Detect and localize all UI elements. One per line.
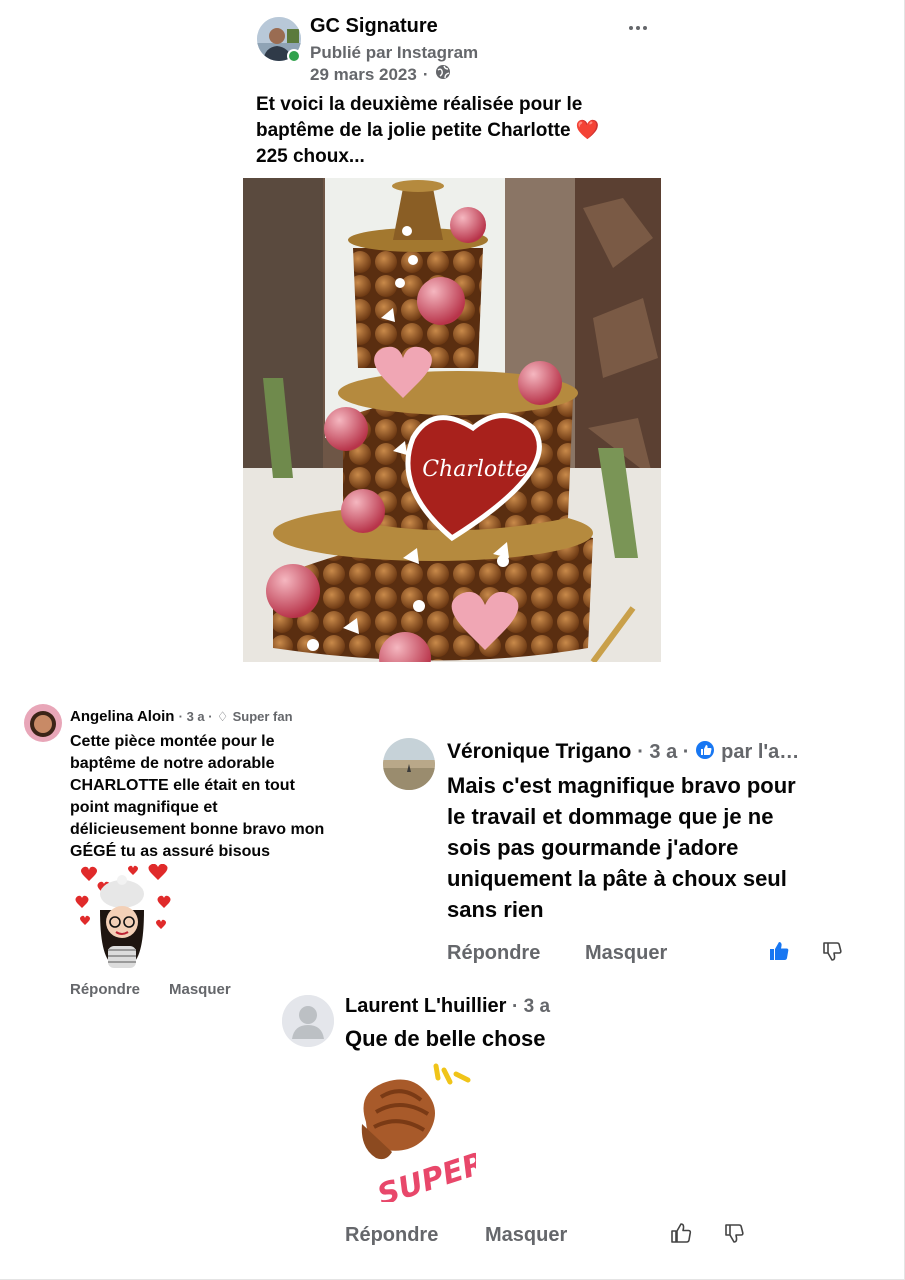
commenter-name-row: Laurent L'huillier · 3 a [345,995,550,1018]
commenter-name[interactable]: Angelina Aloin [70,708,174,725]
comment-text-line: GÉGÉ tu as assuré bisous [70,843,271,860]
verified-icon [695,740,715,766]
comment-text-line: Cette pièce montée pour le [70,733,275,750]
super-fan-badge: Super fan [232,709,293,724]
comment-text-line: uniquement la pâte à choux seul [447,866,787,891]
comment-time: · 3 a [512,996,551,1017]
post-published-via: Publié par Instagram [310,43,479,62]
author-role-badge: par l'a… [721,741,800,763]
comment-text-line: le travail et dommage que je ne [447,804,774,829]
hide-button[interactable]: Masquer [169,981,231,998]
post-text-line: baptême de la jolie petite Charlotte ❤️ [256,120,600,141]
comment-text-line: sans rien [447,897,544,922]
post-date-row: 29 mars 2023 · [310,64,451,85]
thumbs-up-icon[interactable] [768,940,790,967]
post-text: Et voici la deuxième réalisée pour le ba… [256,92,676,170]
cake-heart-label: Charlotte [422,457,528,482]
hide-button[interactable]: Masquer [485,1224,567,1247]
reply-button[interactable]: Répondre [70,981,140,998]
more-icon[interactable] [626,18,650,38]
commenter-name-row: Angelina Aloin · 3 a · ♢ Super fan [70,708,293,725]
globe-icon [435,64,451,85]
thumbs-up-icon[interactable] [670,1222,692,1249]
comment-text-line: CHARLOTTE elle était en tout [70,777,295,794]
hide-button[interactable]: Masquer [585,942,667,965]
post-photo[interactable]: Charlotte [243,178,661,662]
comment-text: Que de belle chose [345,1026,546,1051]
comment-text-line: délicieusement bonne bravo mon [70,821,325,838]
thumbs-down-icon[interactable] [821,940,843,967]
commenter-avatar[interactable] [383,738,435,790]
commenter-name[interactable]: Véronique Trigano [447,740,631,763]
reply-button[interactable]: Répondre [447,942,540,965]
commenter-name[interactable]: Laurent L'huillier [345,995,506,1017]
comment-text: Cette pièce montée pour le baptême de no… [70,731,370,863]
post-author-name[interactable]: GC Signature [310,15,438,38]
reply-button[interactable]: Répondre [345,1224,438,1247]
comment-time: · 3 a · [637,741,690,763]
post-text-line: Et voici la deuxième réalisée pour le [256,94,583,115]
commenter-name-row: Véronique Trigano · 3 a · par l'a… [447,740,799,766]
separator: · [422,64,429,84]
comment-text-line: sois pas gourmande j'adore [447,835,739,860]
super-sticker: SUPER! [356,1062,503,1213]
thumbs-down-icon[interactable] [723,1222,745,1249]
comment-text: Mais c'est magnifique bravo pour le trav… [447,770,867,925]
comment-time: · 3 a · [178,709,213,724]
post-text-line: 225 choux... [256,146,365,167]
comment-text-line: Mais c'est magnifique bravo pour [447,773,796,798]
commenter-avatar[interactable] [282,995,334,1047]
comment-text-line: baptême de notre adorable [70,755,275,772]
comment-text-line: point magnifique et [70,799,218,816]
avatar-sticker [72,863,172,970]
online-status-dot [287,49,301,63]
post-date[interactable]: 29 mars 2023 [310,65,417,85]
commenter-avatar[interactable] [24,704,62,742]
diamond-icon: ♢ [216,709,229,724]
